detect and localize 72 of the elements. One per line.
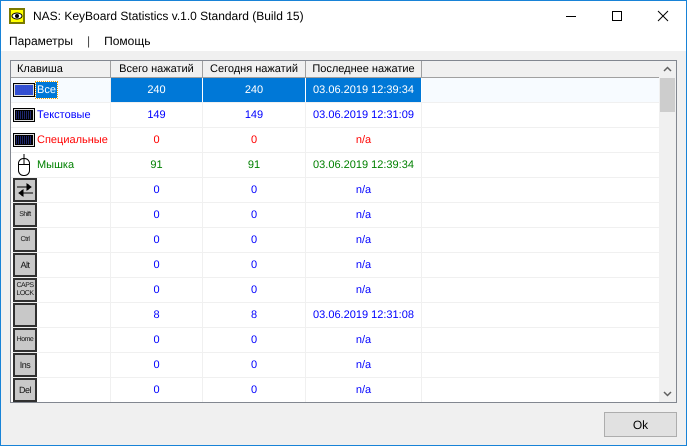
table-cell: n/a (306, 203, 422, 227)
key-icon: Alt (13, 253, 37, 277)
table-row[interactable]: Текстовые 149 149 03.06.2019 12:31:09 (11, 103, 659, 128)
table-row[interactable]: Мышка 91 91 03.06.2019 12:39:34 (11, 153, 659, 178)
table-cell: 0 (203, 128, 306, 152)
table-cell: 0 (111, 253, 203, 277)
column-header[interactable]: Клавиша (11, 61, 111, 78)
table-cell: 0 (203, 328, 306, 352)
menu-separator: | (86, 33, 90, 50)
table-cell: 0 (203, 353, 306, 377)
column-header[interactable]: Сегодня нажатий (203, 61, 306, 78)
table-cell: 8 (111, 303, 203, 327)
column-header[interactable]: Всего нажатий (111, 61, 203, 78)
table-row[interactable]: Alt 0 0 n/a (11, 253, 659, 278)
table-cell: 149 (111, 103, 203, 127)
table-cell: n/a (306, 278, 422, 302)
column-header[interactable]: Последнее нажатие (306, 61, 422, 78)
table-cell: 0 (203, 253, 306, 277)
table-row[interactable]: Специальные 0 0 n/a (11, 128, 659, 153)
table-cell: 240 (203, 78, 306, 102)
scrollbar-thumb[interactable] (660, 78, 675, 112)
table-cell: 0 (111, 128, 203, 152)
key-icon (13, 303, 37, 327)
table-cell: n/a (306, 353, 422, 377)
menu-item[interactable]: Параметры (9, 32, 73, 50)
scrollbar[interactable] (659, 61, 676, 402)
table-cell: 03.06.2019 12:39:34 (306, 78, 422, 102)
table-cell: 91 (203, 153, 306, 177)
table-cell: 0 (111, 353, 203, 377)
mouse-icon (16, 154, 32, 176)
table-cell: n/a (306, 228, 422, 252)
table-cell: n/a (306, 128, 422, 152)
keyboard-icon (13, 82, 35, 98)
table-cell: 0 (203, 278, 306, 302)
table-cell: 0 (203, 178, 306, 202)
table-cell: 0 (203, 228, 306, 252)
table-cell: 0 (111, 378, 203, 402)
table-cell: n/a (306, 328, 422, 352)
keyboard-icon (13, 132, 35, 148)
category-name[interactable]: Все (36, 82, 57, 98)
table-row[interactable]: Все 240 240 03.06.2019 12:39:34 (11, 78, 659, 103)
key-icon: Ins (13, 353, 37, 377)
table-cell: n/a (306, 253, 422, 277)
app-eye-icon (9, 8, 25, 24)
category-name[interactable]: Специальные (36, 132, 109, 148)
table-cell: 0 (111, 203, 203, 227)
table-cell: 149 (203, 103, 306, 127)
table-cell: 8 (203, 303, 306, 327)
table-cell: 0 (111, 278, 203, 302)
table-cell: n/a (306, 178, 422, 202)
table-row[interactable]: Ins 0 0 n/a (11, 353, 659, 378)
table-cell: 0 (111, 328, 203, 352)
category-name[interactable]: Мышка (36, 157, 76, 173)
table-cell: 03.06.2019 12:31:08 (306, 303, 422, 327)
ok-button[interactable]: Ok (604, 412, 677, 437)
table-row[interactable]: 8 8 03.06.2019 12:31:08 (11, 303, 659, 328)
table-cell: 0 (203, 378, 306, 402)
menu-item[interactable]: Помощь (104, 32, 150, 50)
table-cell: 0 (203, 203, 306, 227)
table-cell: 91 (111, 153, 203, 177)
table-cell: 03.06.2019 12:31:09 (306, 103, 422, 127)
table-cell: n/a (306, 378, 422, 402)
tab-key-icon (13, 178, 37, 202)
table-cell: 03.06.2019 12:39:34 (306, 153, 422, 177)
table-cell: 0 (111, 178, 203, 202)
key-icon: Del (13, 378, 37, 402)
table-row[interactable]: 0 0 n/a (11, 178, 659, 203)
keyboard-icon (13, 107, 35, 123)
window-title: NAS: KeyBoard Statistics v.1.0 Standard (Build 15) (33, 8, 304, 25)
category-name[interactable]: Текстовые (36, 107, 92, 123)
table-cell: 240 (111, 78, 203, 102)
table-cell: 0 (111, 228, 203, 252)
